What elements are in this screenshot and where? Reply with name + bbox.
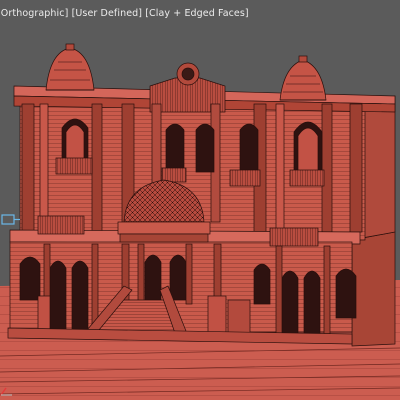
- viewport[interactable]: [Orthographic] [User Defined] [Clay + Ed…: [0, 0, 400, 400]
- shading-mode-menu[interactable]: [Clay + Edged Faces]: [145, 8, 249, 19]
- view-type-menu[interactable]: [Orthographic]: [0, 8, 68, 19]
- camera-menu[interactable]: [User Defined]: [72, 8, 143, 19]
- viewport-label: [Orthographic] [User Defined] [Clay + Ed…: [0, 8, 249, 19]
- building-model[interactable]: [7, 43, 396, 347]
- axis-tripod-icon: [0, 387, 12, 396]
- viewport-gizmo-icon[interactable]: [0, 212, 22, 228]
- 3d-scene[interactable]: [0, 0, 400, 400]
